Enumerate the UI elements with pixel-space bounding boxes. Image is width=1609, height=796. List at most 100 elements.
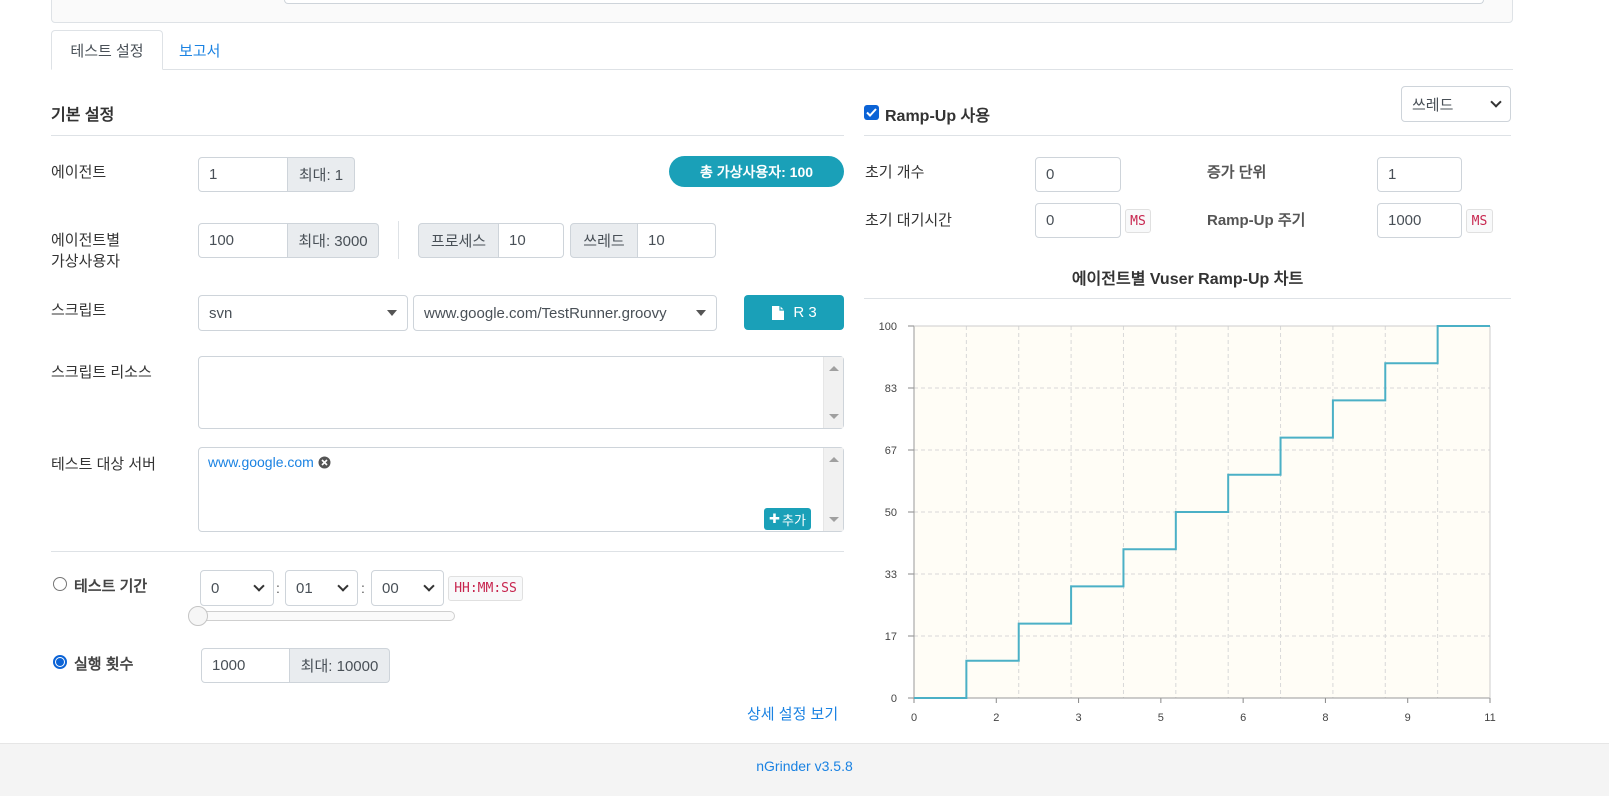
chart-y-tick-label: 83 xyxy=(885,383,897,395)
target-host-link[interactable]: www.google.com xyxy=(208,454,314,470)
rampup-interval-unit: MS xyxy=(1466,209,1493,233)
script-revision-label: R 3 xyxy=(793,304,817,321)
duration-hours-select[interactable]: 0 xyxy=(200,570,274,606)
rampup-type-value: 쓰레드 xyxy=(1412,96,1454,114)
chart-x-tick-label: 6 xyxy=(1240,712,1246,724)
time-colon: : xyxy=(361,580,365,596)
rampup-divider xyxy=(864,135,1511,136)
chart-x-tick-label: 8 xyxy=(1322,712,1328,724)
thread-input[interactable]: 10 xyxy=(638,223,716,258)
rampup-chart: 0 17 33 50 67 83 100 0 2 3 5 6 8 9 11 xyxy=(879,321,1496,724)
scroll-up-icon[interactable] xyxy=(829,457,839,462)
tab-test-config[interactable]: 테스트 설정 xyxy=(51,30,163,70)
duration-divider xyxy=(51,551,844,552)
initial-count-input[interactable]: 0 xyxy=(1035,157,1121,192)
duration-radio[interactable] xyxy=(53,577,67,591)
caret-down-icon xyxy=(387,310,397,316)
script-resource-scrollbar[interactable] xyxy=(823,357,843,428)
target-host-item: www.google.com xyxy=(208,454,331,470)
chevron-down-icon xyxy=(253,580,265,592)
rampup-type-select[interactable]: 쓰레드 xyxy=(1401,86,1511,122)
script-label: 스크립트 xyxy=(51,302,107,319)
chart-x-tick-label: 11 xyxy=(1484,712,1495,724)
version-link[interactable]: nGrinder v3.5.8 xyxy=(0,758,1609,774)
checkmark-icon xyxy=(866,108,877,117)
scroll-down-icon[interactable] xyxy=(829,414,839,419)
duration-minutes-select[interactable]: 01 xyxy=(285,570,358,606)
chart-y-tick-label: 50 xyxy=(885,507,897,519)
add-target-label: 추가 xyxy=(781,512,806,528)
vuser-per-agent-label-line2: 가상사용자 xyxy=(51,253,121,270)
duration-format-hint: HH:MM:SS xyxy=(448,576,523,601)
tab-report[interactable]: 보고서 xyxy=(179,30,220,70)
rampup-chart-title: 에이전트별 Vuser Ramp-Up 차트 xyxy=(1071,271,1304,288)
process-addon: 프로세스 xyxy=(418,223,499,258)
chevron-down-icon xyxy=(423,580,435,592)
run-count-label: 실행 횟수 xyxy=(74,656,134,673)
run-count-radio[interactable] xyxy=(53,655,67,669)
duration-label: 테스트 기간 xyxy=(74,578,148,595)
run-count-max-addon: 최대: 10000 xyxy=(290,648,390,683)
increment-input[interactable]: 1 xyxy=(1377,157,1462,192)
rampup-interval-input[interactable]: 1000 xyxy=(1377,203,1462,238)
initial-sleep-label: 초기 대기시간 xyxy=(865,212,952,229)
add-target-button[interactable]: ✚ 추가 xyxy=(764,508,811,530)
chart-x-tick-label: 5 xyxy=(1158,712,1164,724)
duration-slider-handle[interactable] xyxy=(188,606,208,626)
basic-settings-title: 기본 설정 xyxy=(51,107,115,124)
target-server-scrollbar[interactable] xyxy=(823,448,843,531)
advanced-settings-link[interactable]: 상세 설정 보기 xyxy=(747,703,838,724)
total-vusers-badge: 총 가상사용자: 100 xyxy=(669,156,844,187)
rampup-interval-label: Ramp-Up 주기 xyxy=(1207,212,1306,229)
plus-icon: ✚ xyxy=(769,511,780,526)
remove-circle-icon[interactable] xyxy=(318,456,331,469)
initial-sleep-unit: MS xyxy=(1125,209,1151,233)
duration-seconds-value: 00 xyxy=(382,579,399,597)
top-panel-input[interactable] xyxy=(284,0,1484,4)
target-server-box[interactable]: www.google.com ✚ 추가 xyxy=(198,447,844,532)
agent-label: 에이전트 xyxy=(51,164,107,181)
chart-y-tick-label: 17 xyxy=(885,631,897,643)
chart-y-tick-label: 100 xyxy=(879,321,897,333)
duration-slider[interactable] xyxy=(197,611,455,621)
vuser-per-agent-label: 에이전트별 가상사용자 xyxy=(51,230,120,272)
agent-count-input[interactable]: 1 xyxy=(198,157,288,192)
chart-y-tick-label: 0 xyxy=(891,693,897,705)
basic-settings-divider xyxy=(51,135,844,136)
run-count-input[interactable]: 1000 xyxy=(201,648,290,683)
script-file-value: www.google.com/TestRunner.groovy xyxy=(424,304,667,322)
scroll-down-icon[interactable] xyxy=(829,517,839,522)
script-resource-textarea[interactable] xyxy=(198,356,844,429)
chart-x-tick-label: 3 xyxy=(1076,712,1082,724)
script-file-select[interactable]: www.google.com/TestRunner.groovy xyxy=(413,295,717,331)
duration-minutes-value: 01 xyxy=(296,579,313,597)
chart-x-tick-label: 9 xyxy=(1405,712,1411,724)
chart-y-tick-label: 67 xyxy=(885,445,897,457)
caret-down-icon xyxy=(696,310,706,316)
chart-x-tick-label: 2 xyxy=(993,712,999,724)
increment-label: 증가 단위 xyxy=(1207,164,1267,181)
duration-hours-value: 0 xyxy=(211,579,220,597)
initial-count-label: 초기 개수 xyxy=(865,164,925,181)
script-repo-value: svn xyxy=(209,304,233,322)
process-input[interactable]: 10 xyxy=(499,223,564,258)
target-server-label: 테스트 대상 서버 xyxy=(51,456,156,473)
vuser-max-addon: 최대: 3000 xyxy=(288,223,379,258)
vuser-per-agent-label-line1: 에이전트별 xyxy=(51,232,121,249)
script-repo-select[interactable]: svn xyxy=(198,295,408,331)
script-resource-label: 스크립트 리소스 xyxy=(51,364,152,381)
script-revision-button[interactable]: R 3 xyxy=(744,295,844,330)
initial-sleep-input[interactable]: 0 xyxy=(1035,203,1121,238)
time-colon: : xyxy=(276,580,280,596)
file-icon xyxy=(772,305,785,320)
duration-seconds-select[interactable]: 00 xyxy=(371,570,444,606)
chart-x-tick-label: 0 xyxy=(911,712,917,724)
rampup-checkbox[interactable] xyxy=(864,105,879,120)
chevron-down-icon xyxy=(337,580,349,592)
tabs-divider xyxy=(51,69,1513,70)
vuser-per-agent-input[interactable]: 100 xyxy=(198,223,288,258)
chart-y-tick-label: 33 xyxy=(885,569,897,581)
thread-addon: 쓰레드 xyxy=(570,223,638,258)
scroll-up-icon[interactable] xyxy=(829,366,839,371)
chevron-down-icon xyxy=(1490,96,1502,108)
